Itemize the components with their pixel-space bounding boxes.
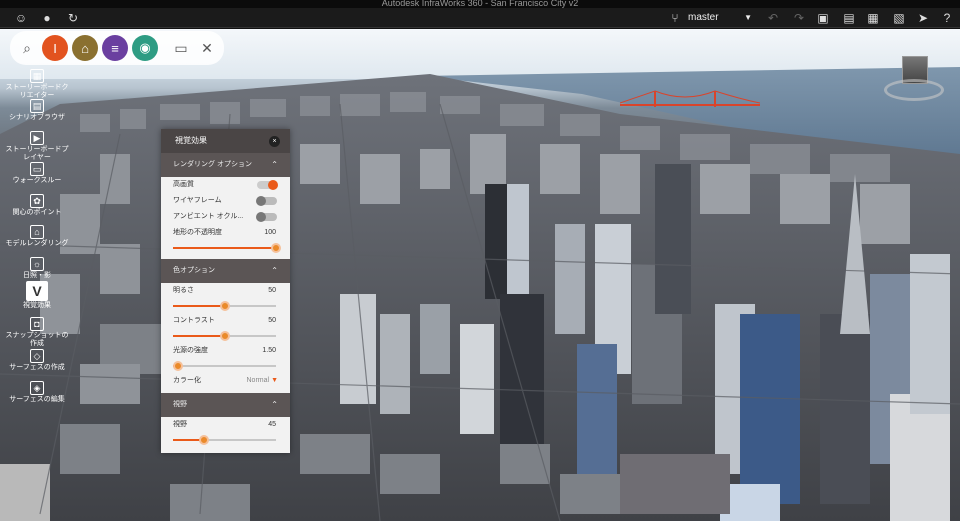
chevron-down-icon: ▼ — [271, 377, 278, 384]
visual-effects-icon: V — [26, 281, 48, 301]
sun-shadow-icon: ☼ — [30, 257, 44, 271]
golden-gate-bridge — [620, 90, 760, 107]
scenario-browser-icon: ▤ — [30, 99, 44, 113]
side-tool-model-rendering[interactable]: ⌂ モデルレンダリング — [4, 225, 70, 248]
undo-icon[interactable]: ↶ — [766, 11, 780, 25]
close-icon[interactable]: × — [269, 136, 280, 147]
contrast-slider[interactable] — [173, 329, 276, 343]
top-toolbar: ☺ ● ↻ ⑂ master ▼ ↶ ↷ ▣ ▤ ▦ ▧ ➤ ? — [0, 8, 960, 28]
bridge-tool-button[interactable]: ≡ — [102, 35, 128, 61]
side-tool-create-surface[interactable]: ◇ サーフェスの作成 — [4, 349, 70, 372]
light-intensity-slider[interactable] — [173, 359, 276, 373]
create-surface-icon: ◇ — [30, 349, 44, 363]
high-quality-row: 高画質 — [161, 177, 290, 193]
walkthrough-icon: ▭ — [30, 162, 44, 176]
left-tool-strip: ⌕ I ⌂ ≡ ◉ ▭ ✕ ▦ ストーリーボードクリエイター ▤ シナリオブラウザ … — [0, 29, 224, 509]
points-of-interest-icon: ✿ — [30, 194, 44, 208]
chevron-down-icon: ▼ — [744, 13, 752, 22]
analyze-tool-button[interactable]: ⌂ — [72, 35, 98, 61]
build-tool-button[interactable]: I — [42, 35, 68, 61]
side-tool-storyboard-creator[interactable]: ▦ ストーリーボードクリエイター — [4, 69, 70, 100]
contrast-row: コントラスト 50 — [173, 317, 276, 324]
view-angle-row: 視野 45 — [173, 421, 276, 428]
select-cursor-icon[interactable]: ➤ — [916, 11, 930, 25]
section-color-options[interactable]: 色オプション ⌃ — [161, 259, 290, 283]
side-tool-scenario-browser[interactable]: ▤ シナリオブラウザ — [4, 99, 70, 122]
camera-icon: ◘ — [30, 317, 44, 331]
main-toolbar: ⌕ I ⌂ ≡ ◉ ▭ ✕ — [10, 31, 224, 65]
search-icon[interactable]: ⌕ — [16, 37, 38, 59]
side-tool-walkthrough[interactable]: ▭ ウォークスルー — [4, 162, 70, 185]
record-icon[interactable]: ● — [40, 11, 54, 25]
ambient-occlusion-toggle[interactable] — [256, 212, 277, 222]
light-intensity-row: 光源の強度 1.50 — [173, 347, 276, 354]
side-tool-sun-shadow[interactable]: ☼ 日照・影 — [4, 257, 70, 280]
chevron-up-icon: ⌃ — [271, 400, 278, 409]
bookmark-icon[interactable]: ▣ — [816, 11, 830, 25]
window-title-bar: Autodesk InfraWorks 360 - San Francisco … — [0, 0, 960, 8]
user-icon[interactable]: ☺ — [14, 11, 28, 25]
terrain-opacity-slider[interactable] — [173, 241, 281, 255]
model-rendering-icon: ⌂ — [30, 225, 44, 239]
presentation-icon[interactable]: ▭ — [170, 37, 192, 59]
panel-header: 視覚効果 × — [161, 129, 290, 153]
colorize-select[interactable]: Normal ▼ — [247, 373, 279, 389]
tools-icon[interactable]: ✕ — [196, 37, 218, 59]
window-title: Autodesk InfraWorks 360 - San Francisco … — [381, 0, 579, 8]
brightness-row: 明るさ 50 — [173, 287, 276, 294]
visual-effects-panel: 視覚効果 × レンダリング オプション ⌃ 高画質 ワイヤフレーム アンビエント… — [161, 129, 290, 453]
edit-surface-icon: ◈ — [30, 381, 44, 395]
high-quality-toggle[interactable] — [257, 180, 278, 190]
colorize-row: カラー化 Normal ▼ — [161, 373, 290, 389]
layers-icon[interactable]: ▤ — [842, 11, 856, 25]
grid-icon[interactable]: ▦ — [866, 11, 880, 25]
side-tool-edit-surface[interactable]: ◈ サーフェスの編集 — [4, 381, 70, 404]
side-tool-visual-effects[interactable]: V 視覚効果 — [4, 281, 70, 310]
section-rendering-options[interactable]: レンダリング オプション ⌃ — [161, 153, 290, 177]
brightness-slider[interactable] — [173, 299, 276, 313]
chevron-up-icon: ⌃ — [271, 160, 278, 169]
branch-name: master — [688, 12, 719, 23]
redo-icon[interactable]: ↷ — [792, 11, 806, 25]
terrain-opacity-value: 100 — [264, 229, 276, 236]
navigation-compass[interactable] — [884, 79, 944, 101]
image-icon[interactable]: ▧ — [892, 11, 906, 25]
storyboard-player-icon: ▶ — [30, 131, 44, 145]
wireframe-row: ワイヤフレーム — [161, 193, 290, 209]
city-model — [0, 74, 960, 521]
panel-title: 視覚効果 — [175, 136, 207, 145]
side-tool-points-of-interest[interactable]: ✿ 関心のポイント — [4, 194, 70, 217]
ambient-occlusion-row: アンビエント オクル... — [161, 209, 290, 225]
field-of-view-slider[interactable] — [173, 433, 276, 447]
3d-viewport[interactable] — [0, 29, 960, 521]
chevron-up-icon: ⌃ — [271, 266, 278, 275]
share-tool-button[interactable]: ◉ — [132, 35, 158, 61]
help-icon[interactable]: ? — [940, 11, 954, 25]
storyboard-creator-icon: ▦ — [30, 69, 44, 83]
branch-selector[interactable]: master ▼ — [672, 10, 752, 26]
side-tool-storyboard-player[interactable]: ▶ ストーリーボードプレイヤー — [4, 131, 70, 162]
terrain-opacity-row: 地形の不透明度 100 — [161, 225, 290, 241]
wireframe-toggle[interactable] — [256, 196, 277, 206]
side-tool-snapshot[interactable]: ◘ スナップショットの作成 — [4, 317, 70, 348]
section-field-of-view[interactable]: 視野 ⌃ — [161, 393, 290, 417]
sync-icon[interactable]: ↻ — [66, 11, 80, 25]
